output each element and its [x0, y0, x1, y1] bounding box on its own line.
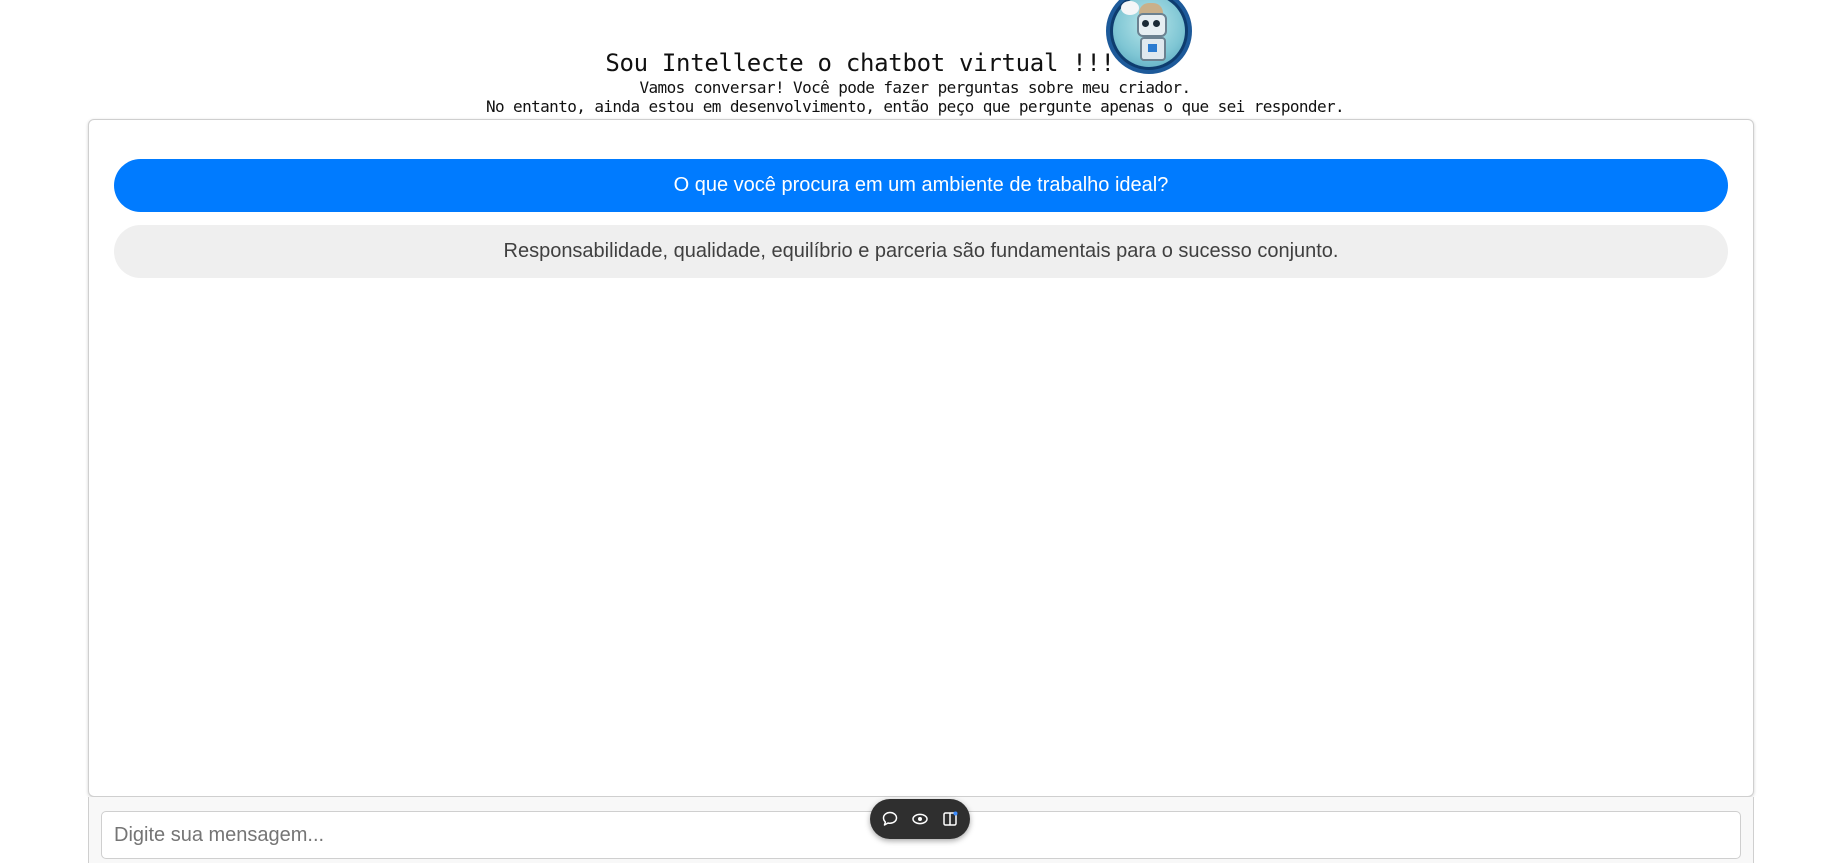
bot-message: Responsabilidade, qualidade, equilíbrio …	[114, 225, 1728, 278]
title-row: Sou Intellecte o chatbot virtual !!!	[0, 0, 1830, 78]
robot-head	[1137, 13, 1167, 37]
comment-icon[interactable]	[880, 809, 900, 829]
panel-icon[interactable]	[940, 809, 960, 829]
speech-bubble-icon	[1121, 1, 1139, 15]
robot-eye-left	[1142, 20, 1149, 27]
floating-toolbar	[870, 799, 970, 839]
chat-container[interactable]: O que você procura em um ambiente de tra…	[88, 119, 1754, 797]
avatar-background	[1113, 0, 1185, 67]
subtitle-line-1: Vamos conversar! Você pode fazer pergunt…	[639, 78, 1191, 97]
page-title: Sou Intellecte o chatbot virtual !!!	[605, 49, 1115, 77]
robot-eye-right	[1153, 20, 1160, 27]
eye-icon[interactable]	[910, 809, 930, 829]
robot-body	[1140, 37, 1166, 61]
user-message: O que você procura em um ambiente de tra…	[114, 159, 1728, 212]
robot-chest-screen	[1148, 44, 1157, 52]
subtitle-line-2: No entanto, ainda estou em desenvolvimen…	[485, 97, 1345, 116]
page-header: Sou Intellecte o chatbot virtual !!! Vam…	[0, 0, 1830, 118]
